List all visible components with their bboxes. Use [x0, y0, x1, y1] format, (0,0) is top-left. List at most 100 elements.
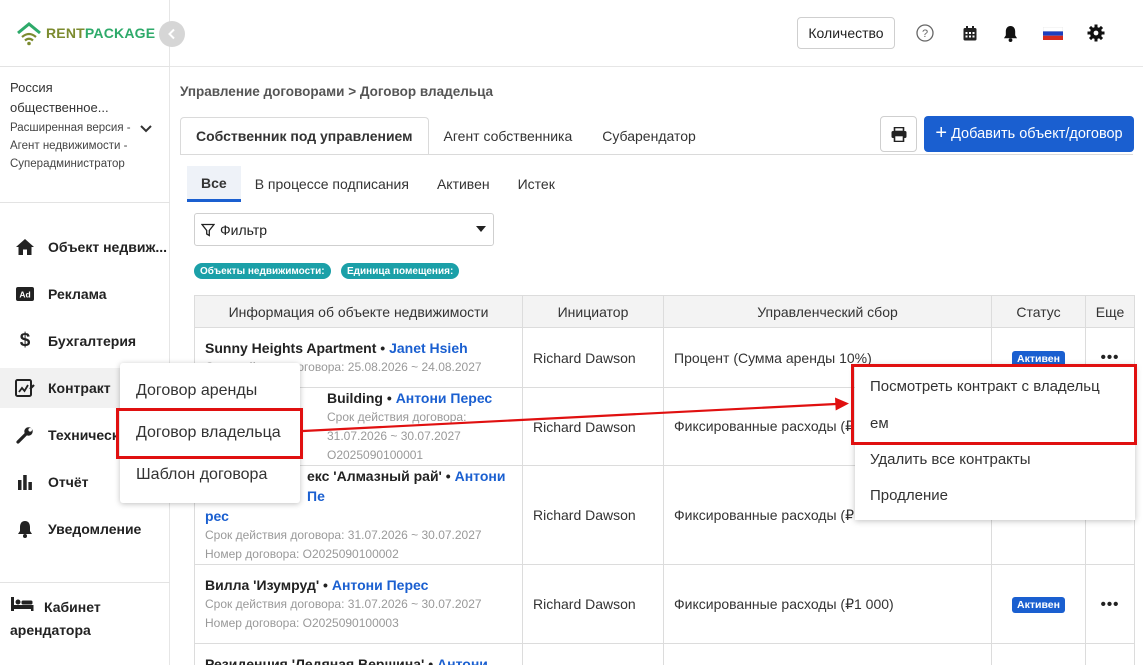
agent-link[interactable]: Janet Hsieh [389, 340, 468, 356]
contract-period: Срок действия договора: 31.07.2026 ~ 30.… [205, 597, 482, 611]
print-button[interactable] [880, 116, 917, 152]
org-switcher[interactable]: Россия общественное... Расширенная верси… [10, 78, 140, 173]
sidebar-item-label: Бухгалтерия [48, 333, 137, 349]
status-badge: Активен [1012, 597, 1065, 613]
sidebar-item-label: Отчёт [48, 474, 89, 490]
menu-item-view-owner-contract-cont[interactable]: ем [870, 415, 889, 432]
divider [0, 582, 170, 583]
property-cell: Вилла 'Изумруд' • Антони Перес Срок дейс… [194, 564, 523, 644]
fee-cell [663, 643, 992, 665]
help-icon[interactable]: ? [914, 22, 936, 44]
tenant-label-2: арендатора [10, 622, 91, 638]
contract-period: Срок действия договора: 31.07.2026 ~ 30.… [205, 528, 482, 542]
property-title[interactable]: Резиденция 'Ледяная Вершина' • Антони Пе… [205, 654, 512, 665]
tab-all[interactable]: Все [187, 166, 241, 202]
property-cell: Резиденция 'Ледяная Вершина' • Антони Пе… [194, 643, 523, 665]
bell-icon [14, 518, 36, 540]
bar-chart-icon [14, 471, 36, 493]
contract-type-tabs: Собственник под управлением Агент собств… [180, 117, 711, 155]
menu-item-renewal[interactable]: Продление [870, 487, 948, 504]
org-role: Расширенная версия - Агент недвижимости … [10, 122, 131, 170]
notification-bell-icon[interactable] [999, 22, 1021, 44]
sidebar-collapse-button[interactable] [159, 21, 185, 47]
tenant-label-1: Кабинет [44, 599, 101, 615]
top-header: Количество ? [170, 0, 1143, 67]
table-row[interactable]: Вилла 'Изумруд' • Антони Перес Срок дейс… [194, 564, 1135, 644]
logo[interactable]: RENTPACKAGE [16, 18, 155, 48]
quantity-button[interactable]: Количество [797, 17, 895, 49]
initiator-cell: Richard Dawson [522, 327, 664, 388]
row-actions-menu: Посмотреть контракт с владельц ем Удалит… [855, 365, 1135, 520]
initiator-cell: Richard Dawson [522, 465, 664, 565]
chevron-left-icon [168, 28, 175, 40]
wifi-house-logo-icon [17, 22, 41, 46]
org-name: Россия общественное... [10, 80, 109, 115]
property-title-cont[interactable]: рес [205, 506, 512, 526]
wrench-icon [14, 424, 36, 446]
initiator-cell: Richard Dawson [522, 564, 664, 644]
sidebar-item-property[interactable]: Объект недвиж... [0, 227, 170, 267]
filter-icon [201, 223, 215, 237]
table-header-row: Информация об объекте недвижимости Иници… [194, 295, 1135, 328]
add-contract-label: Добавить объект/договор [951, 126, 1123, 142]
sidebar-item-ads[interactable]: Ad Реклама [0, 274, 170, 314]
contract-number: Номер договора: O2025090100003 [205, 616, 399, 630]
home-icon [14, 236, 36, 258]
tab-active[interactable]: Активен [423, 166, 504, 202]
bed-icon [10, 596, 34, 619]
sidebar-item-label: Реклама [48, 286, 107, 302]
more-cell: ••• [1085, 564, 1135, 644]
tab-subtenant[interactable]: Субарендатор [587, 117, 711, 155]
status-tabs: Все В процессе подписания Активен Истек [187, 166, 569, 202]
add-contract-button[interactable]: + Добавить объект/договор [924, 116, 1134, 152]
menu-item-view-owner-contract[interactable]: Посмотреть контракт с владельц [870, 378, 1100, 395]
breadcrumb: Управление договорами > Договор владельц… [180, 84, 494, 99]
submenu-item-contract-template[interactable]: Шаблон договора [120, 455, 300, 495]
chevron-down-icon[interactable] [139, 124, 153, 134]
contract-number: Номер договора: O2025090100002 [205, 547, 399, 561]
sidebar-item-accounting[interactable]: $ Бухгалтерия [0, 321, 170, 361]
property-title[interactable]: Вилла 'Изумруд' • Антони Перес [205, 575, 512, 595]
column-header: Еще [1085, 295, 1135, 328]
property-title[interactable]: Building • Антони Перес [327, 388, 512, 408]
sidebar-item-label: Техническ [48, 427, 119, 443]
tab-expired[interactable]: Истек [504, 166, 569, 202]
more-actions-icon[interactable]: ••• [1101, 349, 1120, 366]
sidebar-item-notification[interactable]: Уведомление [0, 509, 170, 549]
caret-down-icon [476, 226, 486, 232]
agent-link[interactable]: рес [205, 508, 229, 524]
filter-chip-unit[interactable]: Единица помещения: [341, 263, 460, 279]
agent-link[interactable]: Антони Перес [396, 390, 493, 406]
svg-text:?: ? [922, 28, 928, 40]
contract-period: Срок действия договора: 31.07.2026 ~ 30.… [327, 410, 467, 443]
menu-item-delete-all[interactable]: Удалить все контракты [870, 451, 1031, 468]
more-actions-icon[interactable]: ••• [1101, 596, 1120, 613]
divider [0, 202, 170, 203]
status-cell: Активен [991, 564, 1086, 644]
filter-label: Фильтр [220, 221, 268, 238]
tab-signing[interactable]: В процессе подписания [241, 166, 423, 202]
table-row[interactable]: Резиденция 'Ледяная Вершина' • Антони Пе… [194, 643, 1135, 665]
property-title[interactable]: Sunny Heights Apartment • Janet Hsieh [205, 338, 512, 358]
sidebar-item-label: Контракт [48, 380, 111, 396]
plus-icon: + [935, 122, 948, 144]
filter-chip-property[interactable]: Объекты недвижимости: [194, 263, 331, 279]
dollar-icon: $ [19, 330, 31, 351]
more-cell [1085, 643, 1135, 665]
column-header: Управленческий сбор [663, 295, 992, 328]
contract-number: O2025090100001 [327, 448, 424, 462]
calendar-icon[interactable] [959, 22, 981, 44]
tab-managed-owner[interactable]: Собственник под управлением [180, 117, 429, 155]
tenant-cabinet-link[interactable]: Кабинет арендатора [10, 596, 101, 642]
sidebar: RENTPACKAGE Россия общественное... Расши… [0, 0, 170, 665]
submenu-item-owner-contract[interactable]: Договор владельца [120, 413, 300, 453]
contract-submenu: Договор аренды Договор владельца Шаблон … [120, 363, 300, 503]
gear-icon[interactable] [1085, 22, 1107, 44]
submenu-item-rental-contract[interactable]: Договор аренды [120, 371, 300, 411]
initiator-cell [522, 643, 664, 665]
agent-link[interactable]: Антони Перес [332, 577, 429, 593]
filter-dropdown[interactable]: Фильтр [194, 213, 494, 246]
sidebar-item-label: Объект недвиж... [48, 239, 168, 255]
russia-flag-icon[interactable] [1042, 22, 1064, 44]
tab-owner-agent[interactable]: Агент собственника [429, 117, 588, 155]
